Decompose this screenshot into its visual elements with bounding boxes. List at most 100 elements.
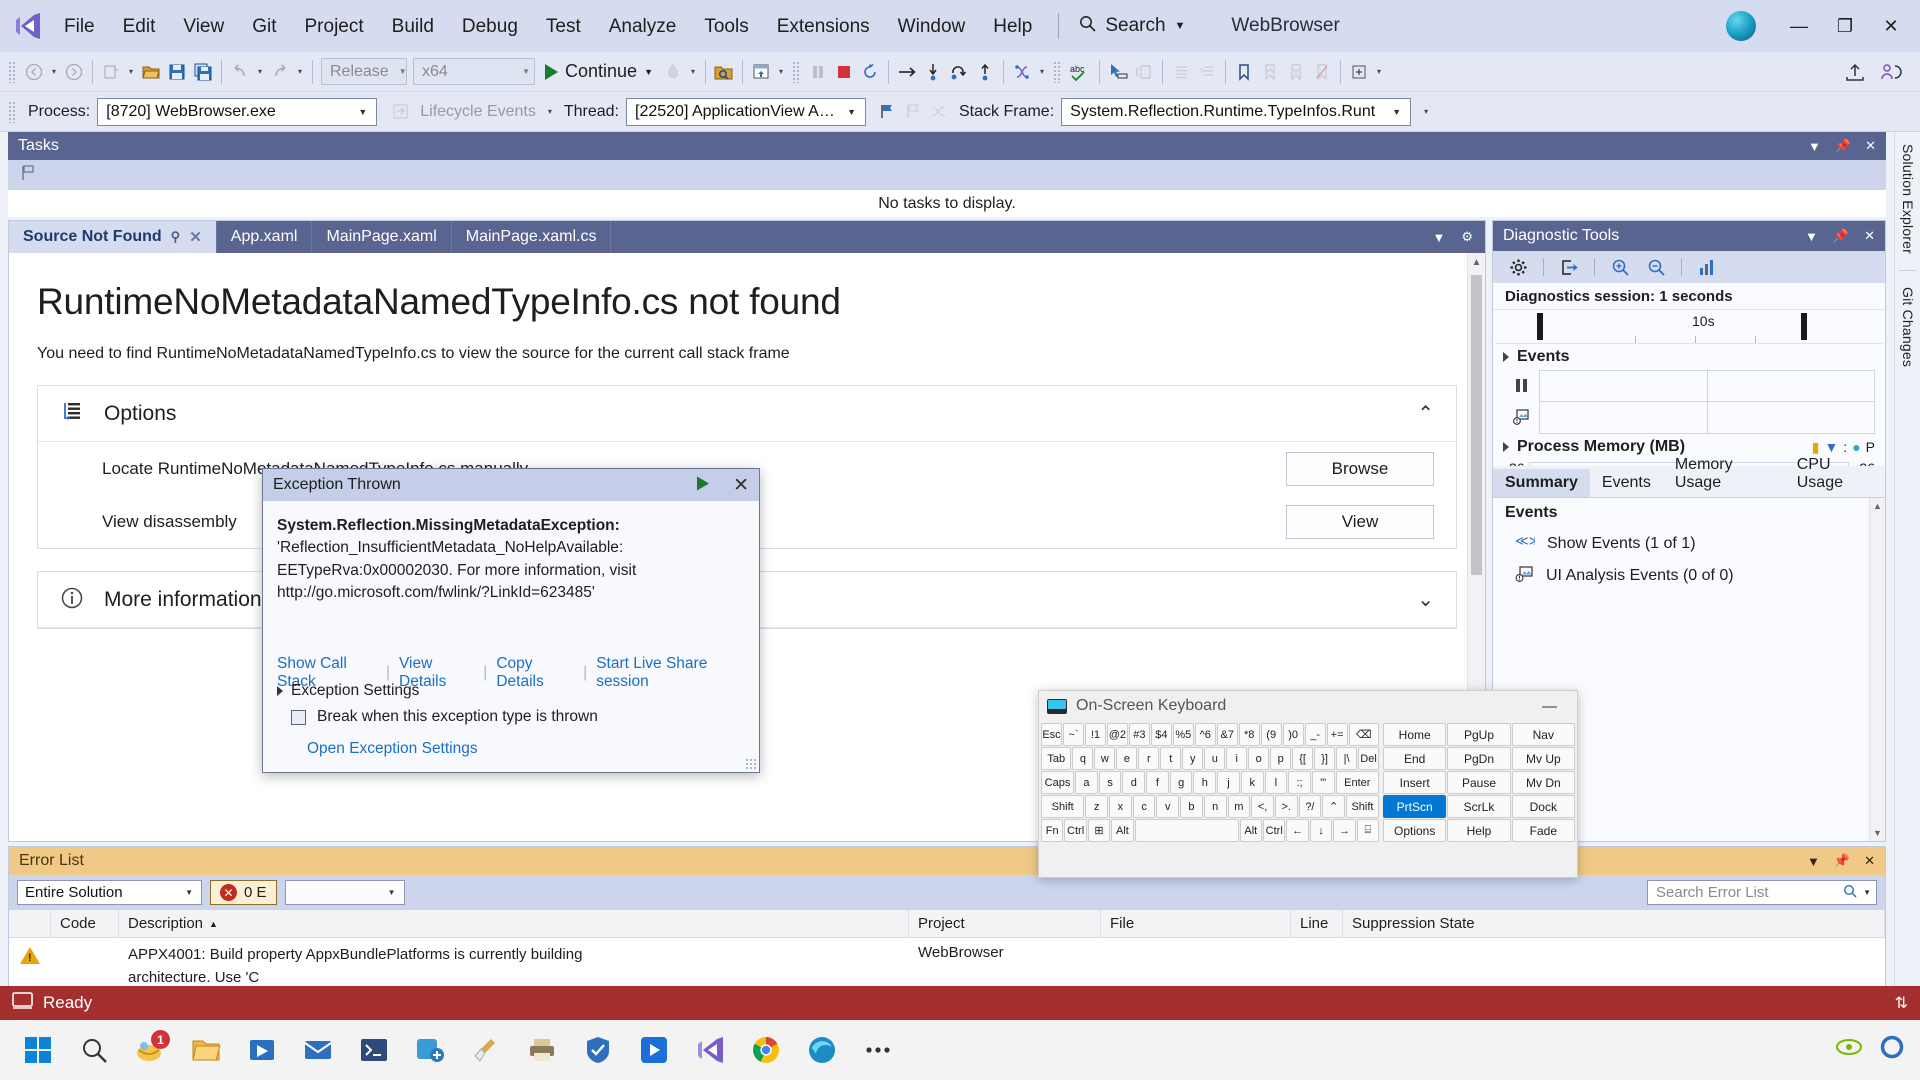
chevron-down-icon[interactable]: ▼ <box>1805 229 1818 244</box>
key-home[interactable]: Home <box>1383 723 1447 746</box>
open-file-icon[interactable] <box>138 57 164 87</box>
key-j[interactable]: j <box>1217 771 1240 794</box>
key-p[interactable]: p <box>1270 747 1292 770</box>
key-delete[interactable]: Del <box>1358 747 1380 770</box>
save-icon[interactable] <box>164 57 190 87</box>
unflag-thread-icon[interactable] <box>900 97 926 127</box>
nvidia-icon[interactable] <box>1836 1037 1862 1063</box>
key-pause[interactable]: Pause <box>1447 771 1511 794</box>
key-period[interactable]: >. <box>1274 795 1298 818</box>
defender-icon[interactable] <box>574 1026 622 1074</box>
stop-icon[interactable] <box>831 57 857 87</box>
search-icon[interactable] <box>1843 884 1857 902</box>
toolbar-grip-2[interactable] <box>791 60 801 83</box>
show-threads-icon[interactable] <box>926 97 952 127</box>
toolbar-grip[interactable] <box>8 60 17 83</box>
tab-summary[interactable]: Summary <box>1493 469 1590 497</box>
key-k[interactable]: k <box>1240 771 1264 794</box>
key-ctrl-right[interactable]: Ctrl <box>1263 819 1286 842</box>
tab-cpu-usage[interactable]: CPU Usage <box>1785 451 1885 497</box>
save-all-icon[interactable] <box>190 57 216 87</box>
key-help[interactable]: Help <box>1447 819 1511 842</box>
column-header-description[interactable]: Description ▲ <box>119 910 909 937</box>
lifecycle-events-icon[interactable] <box>387 97 413 127</box>
outdent-icon[interactable] <box>1194 57 1220 87</box>
chevron-down-icon[interactable]: ▼ <box>1807 854 1820 869</box>
menu-item-build[interactable]: Build <box>378 11 448 42</box>
menu-item-analyze[interactable]: Analyze <box>595 11 691 42</box>
bookmark-next-icon[interactable] <box>1283 57 1309 87</box>
key-arrow-down[interactable]: ↓ <box>1309 819 1333 842</box>
attach-process-icon[interactable] <box>711 57 737 87</box>
break-on-exception-row[interactable]: Break when this exception type is thrown <box>291 708 745 726</box>
live-share-icon[interactable] <box>1878 57 1906 87</box>
thread-combo[interactable]: [22520] ApplicationView ASTA ▼ <box>626 97 866 126</box>
view-button[interactable]: View <box>1286 504 1434 539</box>
key-capslock[interactable]: Caps <box>1041 771 1075 794</box>
events-section-header[interactable]: Events <box>1493 344 1885 370</box>
menu-item-debug[interactable]: Debug <box>448 11 532 42</box>
key-g[interactable]: g <box>1169 771 1193 794</box>
key-alt-right[interactable]: Alt <box>1239 819 1263 842</box>
key-1[interactable]: !1 <box>1084 723 1106 746</box>
avatar[interactable] <box>1726 11 1756 41</box>
key-backslash[interactable]: |\ <box>1336 747 1358 770</box>
chevron-up-icon[interactable]: ⌃ <box>1417 401 1434 426</box>
search-error-list-input[interactable]: Search Error List ▼ <box>1647 880 1877 905</box>
new-project-dropdown-icon[interactable]: ▾ <box>124 57 138 87</box>
stackframe-combo[interactable]: System.Reflection.Runtime.TypeInfos.Runt… <box>1061 97 1412 126</box>
close-icon[interactable]: ✕ <box>1864 853 1875 869</box>
chevron-down-icon[interactable]: ⌄ <box>1417 587 1434 612</box>
key-z[interactable]: z <box>1085 795 1109 818</box>
key-alt-left[interactable]: Alt <box>1111 819 1134 842</box>
flag-thread-icon[interactable] <box>874 97 900 127</box>
osk-minimize-button[interactable]: — <box>1530 698 1569 715</box>
key-b[interactable]: b <box>1180 795 1203 818</box>
browse-button[interactable]: Browse <box>1286 451 1434 486</box>
column-header-suppression-state[interactable]: Suppression State <box>1343 910 1885 937</box>
key-arrow-left[interactable]: ← <box>1286 819 1309 842</box>
key-5[interactable]: %5 <box>1172 723 1194 746</box>
key-scrlk[interactable]: ScrLk <box>1447 795 1511 818</box>
key-y[interactable]: y <box>1182 747 1204 770</box>
debugbar-overflow-icon[interactable]: ▾ <box>1419 97 1433 127</box>
key-pgdn[interactable]: PgDn <box>1447 747 1511 770</box>
key-prtscn[interactable]: PrtScn <box>1383 795 1447 818</box>
key-c[interactable]: c <box>1132 795 1156 818</box>
gear-icon[interactable] <box>1503 254 1533 280</box>
list-item-show-events[interactable]: ≪≫ Show Events (1 of 1) <box>1493 528 1885 559</box>
menu-item-window[interactable]: Window <box>884 11 980 42</box>
rail-tab-solution-explorer[interactable]: Solution Explorer <box>1895 132 1920 266</box>
key-d[interactable]: d <box>1122 771 1146 794</box>
close-icon[interactable]: ✕ <box>189 228 202 246</box>
key-8[interactable]: *8 <box>1238 723 1260 746</box>
key-slash[interactable]: ?/ <box>1298 795 1322 818</box>
select-element-icon[interactable] <box>1105 57 1131 87</box>
key-o[interactable]: o <box>1248 747 1270 770</box>
tab-source-not-found[interactable]: Source Not Found ⚲ ✕ <box>9 221 217 253</box>
step-out-icon[interactable] <box>972 57 998 87</box>
menu-item-file[interactable]: File <box>50 11 109 42</box>
tab-app-xaml[interactable]: App.xaml <box>217 221 313 253</box>
key-ctrl-left[interactable]: Ctrl <box>1064 819 1087 842</box>
key-arrow-up[interactable]: ⌃ <box>1322 795 1345 818</box>
undo-dropdown-icon[interactable]: ▾ <box>253 57 267 87</box>
key-quote[interactable]: "' <box>1311 771 1335 794</box>
pause-events-icon[interactable] <box>1503 370 1539 401</box>
key-arrow-right[interactable]: → <box>1333 819 1356 842</box>
key-bracket-right[interactable]: }] <box>1314 747 1336 770</box>
menu-item-test[interactable]: Test <box>532 11 595 42</box>
key-options[interactable]: Options <box>1383 819 1447 842</box>
navigate-back-icon[interactable] <box>21 57 47 87</box>
key-shift-left[interactable]: Shift <box>1041 795 1085 818</box>
spellcheck-icon[interactable]: abc <box>1066 57 1094 87</box>
key-equals[interactable]: += <box>1326 723 1348 746</box>
close-button[interactable]: ✕ <box>1868 1 1914 51</box>
tab-mainpage-xaml-cs[interactable]: MainPage.xaml.cs <box>452 221 612 253</box>
layout-dropdown-icon[interactable]: ▾ <box>774 57 788 87</box>
key-pgup[interactable]: PgUp <box>1447 723 1511 746</box>
build-filter-combo[interactable]: ▼ <box>284 880 405 905</box>
gear-icon[interactable]: ⚙ <box>1461 229 1473 245</box>
add-icon[interactable] <box>406 1026 454 1074</box>
key-2[interactable]: @2 <box>1106 723 1128 746</box>
